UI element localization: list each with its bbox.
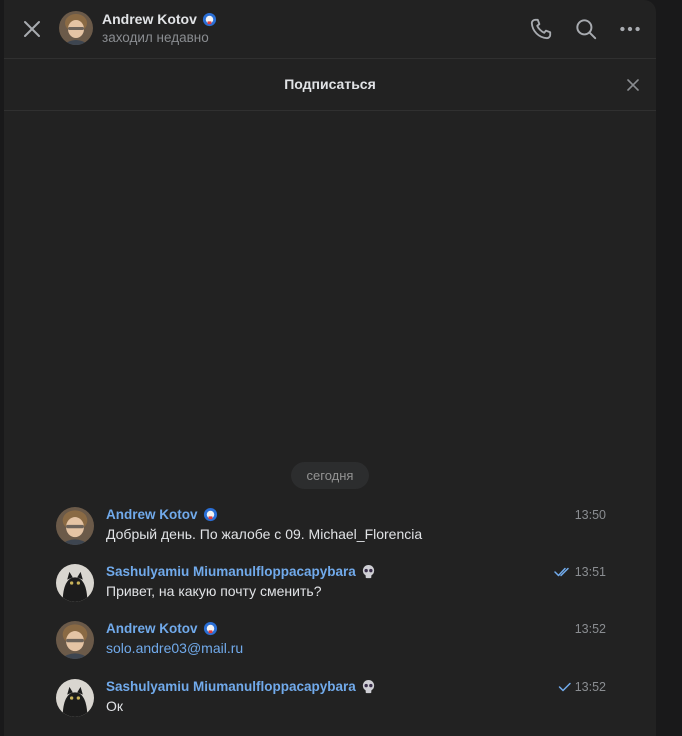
message-author[interactable]: Sashulyamiu Miumanulfloppacapybara <box>106 679 376 694</box>
phone-icon[interactable] <box>528 16 554 42</box>
message-time-text: 13:52 <box>574 622 606 636</box>
message-item[interactable]: Sashulyamiu Miumanulfloppacapybara Приве… <box>56 564 606 608</box>
globe-badge-icon <box>202 12 216 26</box>
message-time: 13:50 <box>575 508 606 522</box>
message-author[interactable]: Andrew Kotov <box>106 507 218 522</box>
message-text: Привет, на какую почту сменить? <box>106 583 322 599</box>
globe-badge-icon <box>203 507 217 522</box>
chat-panel: Andrew Kotov заходил недавно Подписаться <box>4 0 656 736</box>
contact-name[interactable]: Andrew Kotov <box>102 11 217 27</box>
message-author[interactable]: Andrew Kotov <box>106 621 218 636</box>
message-time: 13:52 <box>558 680 606 694</box>
email-link[interactable]: solo.andre03@mail.ru <box>106 640 243 656</box>
avatar[interactable] <box>56 621 94 659</box>
message-item[interactable]: Sashulyamiu Miumanulfloppacapybara Ок 13… <box>56 679 606 723</box>
avatar[interactable] <box>56 564 94 602</box>
message-author-name[interactable]: Andrew Kotov <box>106 621 198 636</box>
chat-header: Andrew Kotov заходил недавно <box>4 0 656 59</box>
message-author-name[interactable]: Sashulyamiu Miumanulfloppacapybara <box>106 564 356 579</box>
page-background-edge <box>656 0 682 736</box>
message-item[interactable]: Andrew Kotov Добрый день. По жалобе с 09… <box>56 507 606 551</box>
message-author-name[interactable]: Sashulyamiu Miumanulfloppacapybara <box>106 679 356 694</box>
message-time-text: 13:52 <box>574 680 606 694</box>
date-divider: сегодня <box>291 462 369 489</box>
skull-badge-icon <box>362 564 374 579</box>
message-author[interactable]: Sashulyamiu Miumanulfloppacapybara <box>106 564 376 579</box>
close-icon[interactable] <box>20 17 44 41</box>
message-time-text: 13:50 <box>574 508 606 522</box>
contact-name-text[interactable]: Andrew Kotov <box>102 11 197 27</box>
avatar[interactable] <box>59 11 93 45</box>
double-check-icon <box>553 567 569 577</box>
subscribe-bar: Подписаться <box>4 59 656 111</box>
message-time: 13:51 <box>553 565 606 579</box>
message-text: Ок <box>106 698 124 714</box>
skull-badge-icon <box>362 679 374 694</box>
message-time: 13:52 <box>575 622 606 636</box>
globe-badge-icon <box>203 621 217 636</box>
more-icon[interactable] <box>617 16 643 42</box>
avatar[interactable] <box>56 507 94 545</box>
message-time-text: 13:51 <box>574 565 606 579</box>
contact-status: заходил недавно <box>102 30 209 45</box>
close-icon[interactable] <box>624 76 642 94</box>
search-icon[interactable] <box>573 16 599 42</box>
check-icon <box>558 682 571 692</box>
message-author-name[interactable]: Andrew Kotov <box>106 507 198 522</box>
subscribe-button[interactable]: Подписаться <box>4 76 656 92</box>
message-item[interactable]: Andrew Kotov solo.andre03@mail.ru 13:52 <box>56 621 606 665</box>
avatar[interactable] <box>56 679 94 717</box>
message-text: Добрый день. По жалобе с 09. Michael_Flo… <box>106 526 423 542</box>
